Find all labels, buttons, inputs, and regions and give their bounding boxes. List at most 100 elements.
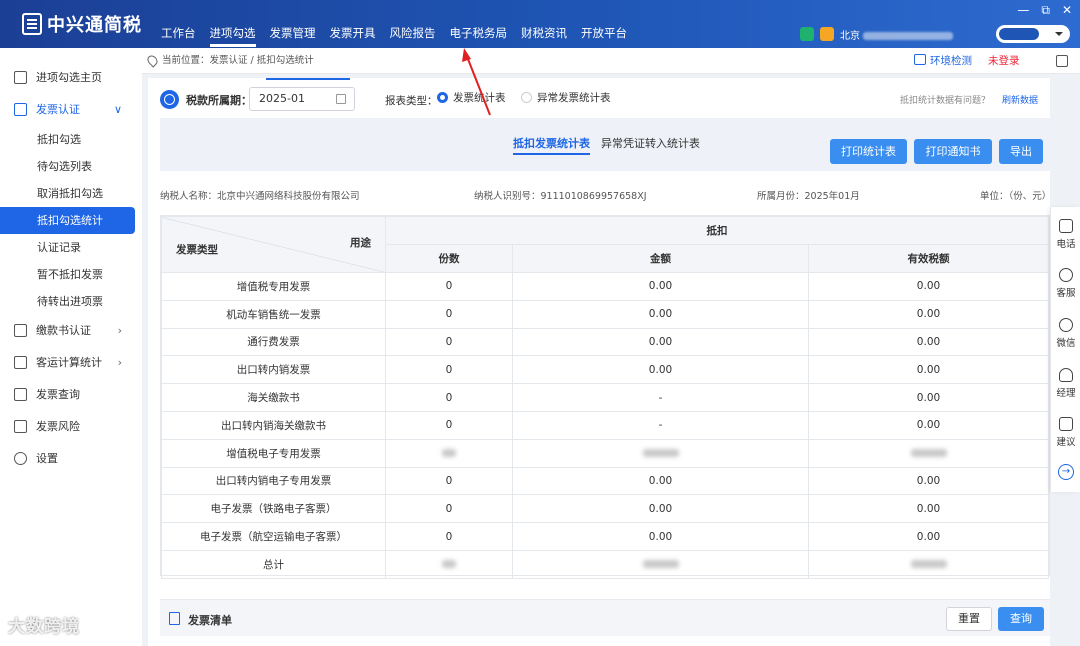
cell-amount: 0.00 [512,272,809,301]
service-support[interactable]: 客服 [1051,264,1080,308]
nav-tax-news[interactable]: 财税资讯 [514,0,574,48]
stats-month: 所属月份：2025年01月 [757,191,860,202]
sidebar-item-settings[interactable]: 设置 [0,443,142,475]
cell-tax: 0.00 [808,410,1049,440]
sidebar-sub-deduct-stats[interactable]: 抵扣勾选统计 [0,207,135,234]
certify-icon [14,103,27,116]
refresh-data-link[interactable]: 刷新数据 [1002,93,1038,106]
query-button[interactable]: 查询 [998,607,1044,631]
manager-icon [1059,368,1073,382]
top-right-tools: 北京 [800,24,1070,44]
column-header-amount: 金额 [512,244,809,273]
nav-invoice-management[interactable]: 发票管理 [263,0,323,48]
sidebar-sub-certify-records[interactable]: 认证记录 [0,234,142,261]
sidebar-sub-cancel-deduct[interactable]: 取消抵扣勾选 [0,180,142,207]
company-prefix: 北京 [840,30,860,42]
fullscreen-icon[interactable] [1056,55,1068,67]
sidebar-sub-deduct-select[interactable]: 抵扣勾选 [0,126,142,153]
nav-invoice-issue[interactable]: 发票开具 [323,0,383,48]
radio-invoice-stats[interactable]: 发票统计表 [437,91,506,105]
cell-tax: 0.00 [808,494,1049,524]
sidebar-item-tax-payment[interactable]: 缴款书认证 › [0,315,142,347]
sidebar-item-invoice-risk[interactable]: 发票风险 [0,411,142,443]
chevron-right-icon: › [117,324,122,337]
cell-tax: 0.00 [808,466,1049,496]
minimize-icon[interactable]: — [1017,3,1029,18]
query-icon [14,388,27,401]
cell-tax: 0.00 [808,383,1049,412]
service-feedback[interactable]: 建议 [1051,413,1080,457]
table-row: 机动车销售统一发票 0 0.00 0.00 [161,299,1049,329]
risk-icon [14,420,27,433]
print-notice-button[interactable]: 打印通知书 [914,139,992,164]
tab-deduct-invoice-stats[interactable]: 抵扣发票统计表 [513,135,590,155]
watermark-text: 大数跨境 [8,617,80,637]
cell-count [385,438,513,468]
sidebar-sub-transfer-out[interactable]: 待转出进项票 [0,288,142,315]
cell-invoice-type: 通行费发票 [161,327,386,357]
collapse-arrow-icon[interactable]: → [1058,464,1074,480]
window-controls: — ⧉ ✕ [1017,3,1072,18]
service-wechat[interactable]: 微信 [1051,314,1080,358]
cell-tax [808,549,1049,579]
cell-count: 0 [385,494,513,524]
company-selector[interactable]: 北京 [840,27,990,42]
table-row: 电子发票（航空运输电子客票） 0 0.00 0.00 [161,522,1049,551]
tab-abnormal-voucher-stats[interactable]: 异常凭证转入统计表 [601,135,700,151]
sidebar-sub-not-deduct[interactable]: 暂不抵扣发票 [0,261,142,288]
cell-invoice-type: 增值税专用发票 [161,272,386,301]
cell-count [385,549,513,579]
nav-e-tax-bureau[interactable]: 电子税务局 [443,0,515,48]
deduct-group-header: 抵扣 [385,216,1049,245]
taxpayer-meta: 纳税人名称：北京中兴通网络科技股份有限公司 纳税人识别号：91110108699… [160,188,1051,202]
app-logo[interactable]: 中兴通简税 [22,12,142,36]
headset-icon [1059,268,1073,282]
cell-invoice-type: 总计 [161,549,386,579]
right-service-bar: 电话 客服 微信 经理 建议 → [1050,207,1080,492]
cell-amount: 0.00 [512,299,809,329]
chevron-right-icon: › [117,356,122,369]
list-icon [169,612,180,625]
nav-input-selection[interactable]: 进项勾选 [203,0,263,48]
export-button[interactable]: 导出 [999,139,1043,164]
cell-invoice-type: 出口转内销电子专用发票 [161,466,386,496]
chevron-down-icon: ∨ [113,103,122,116]
table-row: 增值税电子专用发票 [161,438,1049,468]
print-stats-button[interactable]: 打印统计表 [830,139,907,164]
maximize-icon[interactable]: ⧉ [1041,3,1050,18]
reset-button[interactable]: 重置 [946,607,992,631]
radio-abnormal-invoice-stats[interactable]: 异常发票统计表 [521,91,611,105]
cell-amount: - [512,383,809,412]
top-nav: 工作台 进项勾选 发票管理 发票开具 风险报告 电子税务局 财税资讯 开放平台 [154,0,634,48]
service-label: 电话 [1056,239,1076,250]
sidebar-item-invoice-query[interactable]: 发票查询 [0,379,142,411]
table-row: 增值税专用发票 0 0.00 0.00 [161,272,1049,301]
sidebar-item-home[interactable]: 进项勾选主页 [0,62,142,94]
sidebar-item-passenger-stats[interactable]: 客运计算统计 › [0,347,142,379]
sidebar-item-label: 发票认证 [36,103,80,116]
env-check-link[interactable]: 环境检测 [914,48,972,74]
refresh-icon[interactable] [800,27,814,41]
logo-icon [22,13,42,35]
nav-risk-report[interactable]: 风险报告 [383,0,443,48]
cell-count: 0 [385,355,513,385]
login-status-link[interactable]: 未登录 [988,48,1020,74]
user-menu[interactable] [996,25,1070,43]
close-icon[interactable]: ✕ [1062,3,1072,18]
nav-open-platform[interactable]: 开放平台 [574,0,634,48]
cell-count: 0 [385,383,513,412]
period-picker[interactable]: 2025-01 [249,87,355,111]
notification-icon[interactable] [820,27,834,41]
help-text[interactable]: 抵扣统计数据有问题？ [900,93,990,106]
cell-count: 0 [385,410,513,440]
sidebar-sub-pending-list[interactable]: 待勾选列表 [0,153,142,180]
location-icon [145,53,160,68]
service-manager[interactable]: 经理 [1051,364,1080,408]
sidebar-item-label: 发票风险 [36,420,80,433]
service-phone[interactable]: 电话 [1051,215,1080,259]
service-label: 微信 [1056,338,1076,349]
cell-count: 0 [385,272,513,301]
sidebar-item-invoice-certify[interactable]: 发票认证 ∨ [0,94,142,126]
nav-workbench[interactable]: 工作台 [154,0,203,48]
edit-icon [1059,417,1073,431]
